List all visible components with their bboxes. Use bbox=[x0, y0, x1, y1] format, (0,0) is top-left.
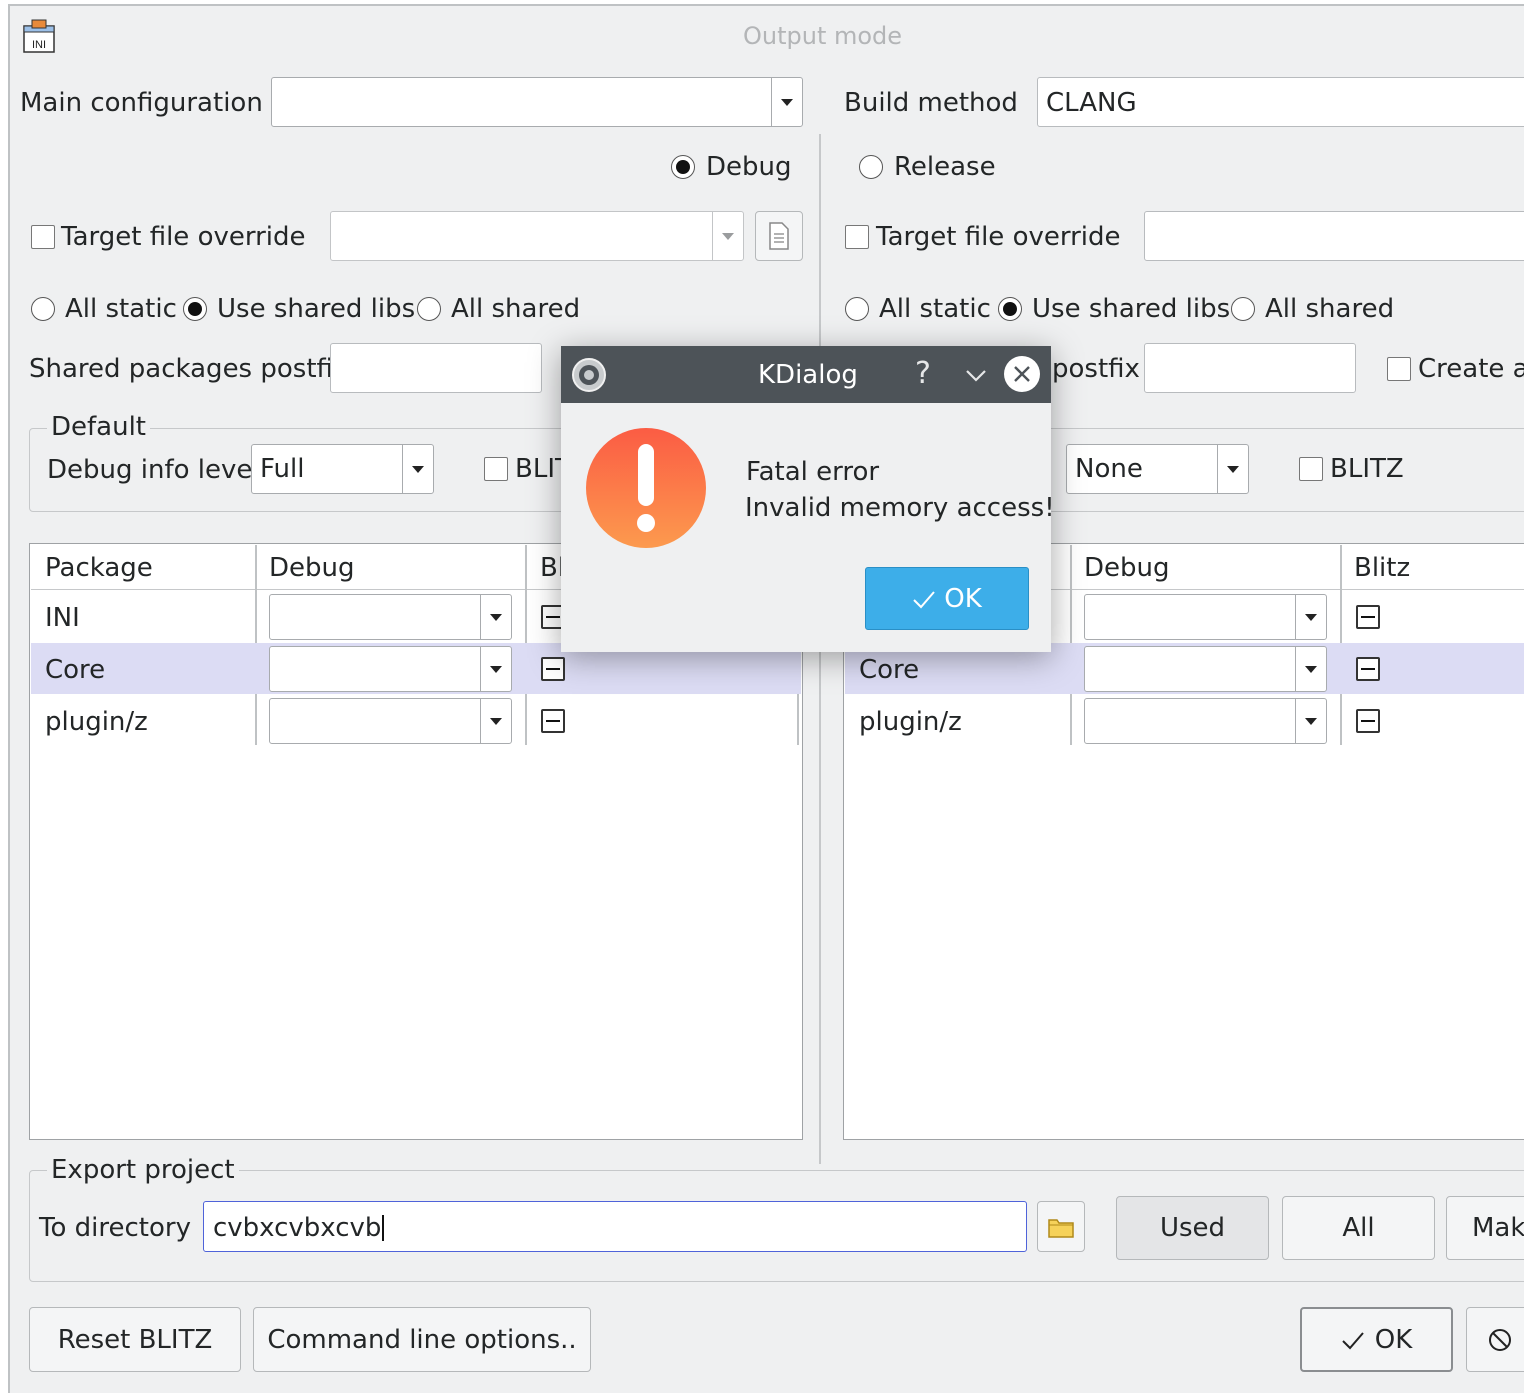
right-all-shared-radio[interactable] bbox=[1231, 297, 1255, 321]
debug-info-level-label: Debug info level bbox=[47, 455, 260, 485]
right-blitz-label: BLITZ bbox=[1330, 454, 1404, 484]
chevron-down-icon[interactable] bbox=[771, 78, 802, 126]
help-icon[interactable]: ? bbox=[915, 359, 931, 389]
kdialog-message: Invalid memory access! bbox=[745, 493, 1055, 523]
build-method-label: Build method bbox=[844, 88, 1018, 118]
error-exclamation-icon bbox=[586, 428, 706, 548]
right-row-blitz-checkbox[interactable] bbox=[1356, 709, 1380, 733]
svg-text:INI: INI bbox=[32, 39, 46, 51]
right-row-blitz-checkbox[interactable] bbox=[1356, 605, 1380, 629]
target-override-combo[interactable] bbox=[330, 211, 744, 261]
right-use-shared-libs-label: Use shared libs bbox=[1032, 294, 1231, 324]
left-row-debug-combo[interactable] bbox=[269, 594, 512, 640]
kdialog-app-icon bbox=[571, 357, 607, 393]
create-checkbox[interactable] bbox=[1387, 357, 1411, 381]
create-label: Create a bbox=[1418, 354, 1524, 384]
checkmark-icon bbox=[913, 590, 935, 608]
left-use-shared-libs-label: Use shared libs bbox=[217, 294, 416, 324]
right-row-package: Core bbox=[859, 655, 920, 685]
browse-file-button[interactable] bbox=[755, 211, 803, 261]
left-default-group-label: Default bbox=[47, 414, 150, 440]
browse-folder-button[interactable] bbox=[1037, 1201, 1085, 1252]
cancel-button[interactable] bbox=[1466, 1307, 1524, 1372]
left-blitz-checkbox[interactable] bbox=[484, 457, 508, 481]
minimize-chevron-icon[interactable] bbox=[962, 362, 990, 390]
right-target-override-checkbox[interactable] bbox=[845, 225, 869, 249]
right-all-static-label: All static bbox=[879, 294, 991, 324]
left-all-shared-label: All shared bbox=[451, 294, 581, 324]
release-radio[interactable] bbox=[859, 155, 883, 179]
left-row-debug-combo[interactable] bbox=[269, 698, 512, 744]
target-override-checkbox[interactable] bbox=[31, 225, 55, 249]
chevron-down-icon[interactable] bbox=[1295, 699, 1326, 743]
target-override-label: Target file override bbox=[61, 222, 306, 252]
shared-postfix-label: Shared packages postfix bbox=[29, 354, 349, 384]
export-make-button[interactable]: Mak bbox=[1446, 1196, 1524, 1260]
checkmark-icon bbox=[1342, 1331, 1364, 1349]
right-use-shared-libs-radio[interactable] bbox=[998, 297, 1022, 321]
kdialog-title: KDialog bbox=[758, 360, 858, 390]
debug-info-level-combo[interactable]: Full bbox=[251, 444, 434, 494]
main-config-combo[interactable] bbox=[271, 77, 803, 127]
right-row-debug-combo[interactable] bbox=[1084, 698, 1327, 744]
export-project-label: Export project bbox=[47, 1157, 239, 1183]
command-line-options-button[interactable]: Command line options.. bbox=[253, 1307, 591, 1372]
to-directory-input[interactable]: cvbxcvbxcvb bbox=[203, 1201, 1027, 1252]
kdialog-ok-button[interactable]: OK bbox=[865, 567, 1029, 630]
export-all-button[interactable]: All bbox=[1282, 1196, 1435, 1260]
left-col-debug: Debug bbox=[269, 553, 355, 583]
left-all-shared-radio[interactable] bbox=[417, 297, 441, 321]
export-used-button[interactable]: Used bbox=[1116, 1196, 1269, 1260]
build-method-field[interactable]: CLANG bbox=[1037, 77, 1524, 127]
chevron-down-icon[interactable] bbox=[1295, 595, 1326, 639]
chevron-down-icon[interactable] bbox=[402, 445, 433, 493]
left-all-static-radio[interactable] bbox=[31, 297, 55, 321]
left-use-shared-libs-radio[interactable] bbox=[183, 297, 207, 321]
left-col-package: Package bbox=[45, 553, 153, 583]
right-postfix-label: postfix bbox=[1052, 354, 1140, 384]
to-directory-label: To directory bbox=[39, 1213, 191, 1243]
chevron-down-icon[interactable] bbox=[480, 647, 511, 691]
right-target-override-field[interactable] bbox=[1144, 211, 1524, 261]
left-row-package: INI bbox=[45, 603, 80, 633]
chevron-down-icon[interactable] bbox=[1295, 647, 1326, 691]
debug-radio-label: Debug bbox=[706, 152, 792, 182]
right-col-debug: Debug bbox=[1084, 553, 1170, 583]
right-row-debug-combo[interactable] bbox=[1084, 594, 1327, 640]
right-postfix-field[interactable] bbox=[1144, 343, 1356, 393]
right-target-override-label: Target file override bbox=[876, 222, 1121, 252]
right-debug-info-level-combo[interactable]: None bbox=[1066, 444, 1249, 494]
debug-radio[interactable] bbox=[671, 155, 695, 179]
right-row-package: plugin/z bbox=[859, 707, 962, 737]
right-all-shared-label: All shared bbox=[1265, 294, 1395, 324]
left-row-package: Core bbox=[45, 655, 106, 685]
chevron-down-icon[interactable] bbox=[1217, 445, 1248, 493]
folder-icon bbox=[1048, 1218, 1074, 1238]
right-row-debug-combo[interactable] bbox=[1084, 646, 1327, 692]
chevron-down-icon[interactable] bbox=[480, 699, 511, 743]
right-all-static-radio[interactable] bbox=[845, 297, 869, 321]
right-col-blitz: Blitz bbox=[1354, 553, 1411, 583]
chevron-down-icon[interactable] bbox=[712, 212, 743, 260]
left-row-debug-combo[interactable] bbox=[269, 646, 512, 692]
left-row-blitz-checkbox[interactable] bbox=[541, 709, 565, 733]
main-config-label: Main configuration bbox=[20, 88, 263, 118]
window-title: Output mode bbox=[743, 22, 903, 50]
reset-blitz-button[interactable]: Reset BLITZ bbox=[29, 1307, 241, 1372]
ini-file-icon: INI bbox=[20, 18, 58, 56]
kdialog-heading: Fatal error bbox=[746, 457, 880, 487]
document-icon bbox=[769, 222, 789, 250]
left-row-blitz-checkbox[interactable] bbox=[541, 657, 565, 681]
chevron-down-icon[interactable] bbox=[480, 595, 511, 639]
left-all-static-label: All static bbox=[65, 294, 177, 324]
left-row-package: plugin/z bbox=[45, 707, 148, 737]
right-row-blitz-checkbox[interactable] bbox=[1356, 657, 1380, 681]
shared-postfix-field[interactable] bbox=[330, 343, 542, 393]
ok-button[interactable]: OK bbox=[1300, 1307, 1453, 1372]
release-radio-label: Release bbox=[894, 152, 996, 182]
right-blitz-checkbox[interactable] bbox=[1299, 457, 1323, 481]
close-icon[interactable] bbox=[1004, 356, 1040, 392]
cancel-icon bbox=[1489, 1328, 1511, 1351]
